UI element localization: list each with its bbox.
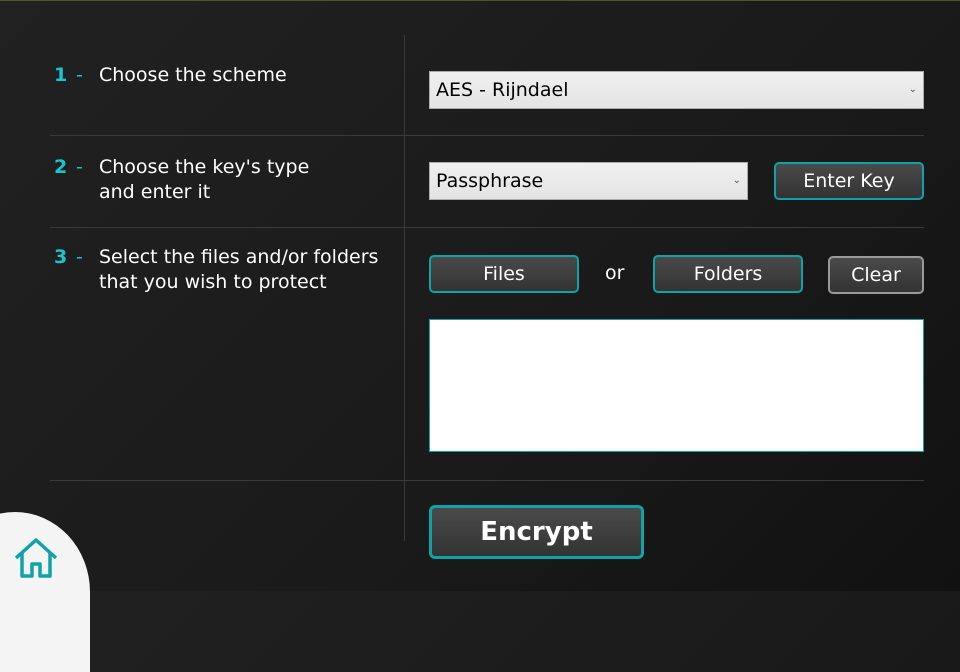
row-divider: [50, 227, 924, 228]
key-type-select[interactable]: Passphrase ⌄: [429, 162, 748, 200]
home-button[interactable]: [0, 512, 90, 672]
folders-button[interactable]: Folders: [653, 255, 803, 293]
home-icon: [14, 538, 58, 578]
step-number: 2: [54, 156, 68, 178]
selected-files-list[interactable]: [429, 319, 924, 452]
chevron-down-icon: ⌄: [908, 83, 917, 95]
key-type-select-value: Passphrase: [436, 170, 544, 192]
step-1-label: 1 - Choose the scheme: [54, 63, 287, 88]
step-3-label: 3 - Select the files and/or folders that …: [54, 245, 378, 293]
step-text: Select the files and/or folders that you …: [99, 246, 379, 293]
or-label: or: [605, 262, 625, 284]
scheme-select[interactable]: AES - Rijndael ⌄: [429, 71, 924, 109]
step-text: Choose the key's type and enter it: [99, 156, 310, 203]
clear-button[interactable]: Clear: [828, 256, 924, 294]
encrypt-button[interactable]: Encrypt: [429, 505, 644, 559]
row-divider: [50, 135, 924, 136]
step-number: 1: [54, 64, 68, 86]
enter-key-button[interactable]: Enter Key: [774, 162, 924, 200]
step-2-label: 2 - Choose the key's type and enter it: [54, 155, 309, 203]
files-button[interactable]: Files: [429, 255, 579, 293]
window-top-border: [0, 0, 960, 1]
column-divider: [404, 35, 405, 541]
scheme-select-value: AES - Rijndael: [436, 79, 569, 101]
row-divider: [50, 480, 924, 481]
chevron-down-icon: ⌄: [732, 174, 741, 186]
step-text: Choose the scheme: [99, 64, 287, 86]
step-number: 3: [54, 246, 68, 268]
